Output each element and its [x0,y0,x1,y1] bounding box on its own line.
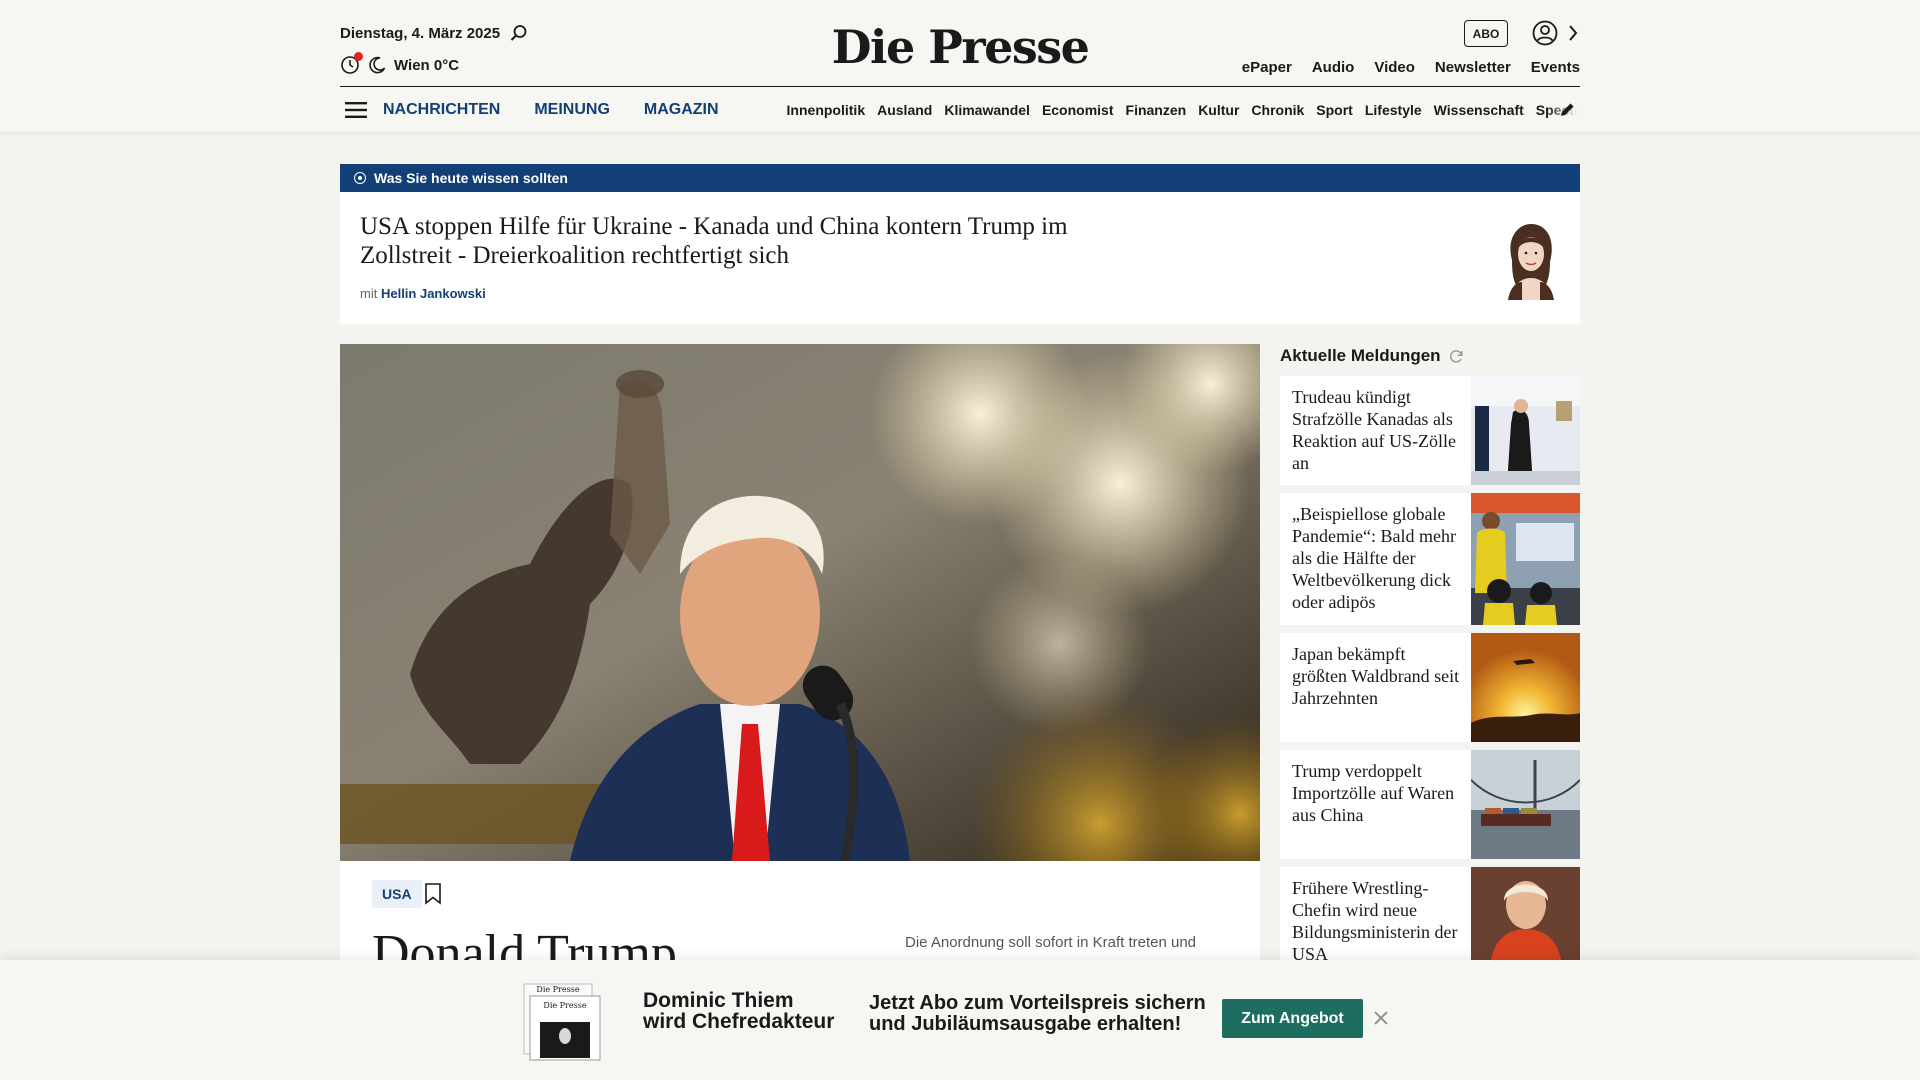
pencil-icon[interactable] [1558,101,1576,119]
news-thumbnail[interactable] [1471,376,1580,485]
ressort-chronik[interactable]: Chronik [1251,102,1304,118]
service-link-audio[interactable]: Audio [1312,59,1355,76]
offer-name-line2: wird Chefredakteur [643,1010,835,1033]
zum-angebot-button[interactable]: Zum Angebot [1222,999,1363,1038]
ressort-ausland[interactable]: Ausland [877,102,932,118]
site-header: Dienstag, 4. März 2025 Wien 0°C Die Pres… [0,0,1920,132]
ressort-economist[interactable]: Economist [1042,102,1114,118]
briefing-label: Was Sie heute wissen sollten [374,170,568,186]
hamburger-menu-icon[interactable] [345,101,367,119]
service-link-epaper[interactable]: ePaper [1242,59,1292,76]
news-headline[interactable]: Frühere Wrestling-Chefin wird neue Bildu… [1280,867,1471,960]
news-thumbnail[interactable] [1471,493,1580,625]
news-item-pandemie[interactable]: „Beispiellose globale Pandemie“: Bald me… [1280,493,1580,625]
mini-logo-front: Die Presse [543,1001,586,1010]
lead-article-photo[interactable] [340,344,1260,861]
section-meinung[interactable]: MEINUNG [534,101,610,119]
ressort-innenpolitik[interactable]: Innenpolitik [787,102,866,118]
ressort-klimawandel[interactable]: Klimawandel [944,102,1030,118]
briefing-author: mit Hellin Jankowski [360,286,486,301]
service-nav: ePaper Audio Video Newsletter Events [1242,59,1580,76]
news-headline[interactable]: Japan bekämpft größten Waldbrand seit Ja… [1280,633,1471,742]
ressort-nav: Innenpolitik Ausland Klimawandel Economi… [787,101,1577,118]
newspaper-stack-image: Die Presse Die Presse [523,983,601,1061]
offer-pitch-line2: und Jubiläumsausgabe erhalten! [869,1013,1182,1035]
service-link-events[interactable]: Events [1531,59,1580,76]
latest-news-heading: Aktuelle Meldungen [1280,346,1464,366]
section-magazin[interactable]: MAGAZIN [644,101,719,119]
weather-text: Wien 0°C [394,56,460,74]
weather-row: Wien 0°C [340,52,460,75]
current-date: Dienstag, 4. März 2025 [340,24,501,42]
live-dot-icon [354,172,366,184]
user-account-icon[interactable] [1532,20,1558,46]
offer-name-line1: Dominic Thiem [643,989,794,1012]
news-thumbnail[interactable] [1471,867,1580,960]
news-headline[interactable]: „Beispiellose globale Pandemie“: Bald me… [1280,493,1471,625]
offer-headline: Dominic Thiem wird Chefredakteur [643,990,834,1032]
ressort-finanzen[interactable]: Finanzen [1126,102,1187,118]
author-name[interactable]: Hellin Jankowski [381,286,486,301]
header-inner: Dienstag, 4. März 2025 Wien 0°C Die Pres… [340,0,1580,132]
offer-pitch: Jetzt Abo zum Vorteilspreis sichern und … [869,993,1206,1035]
news-item-china[interactable]: Trump verdoppelt Importzölle auf Waren a… [1280,750,1580,859]
notification-dot [354,52,363,61]
news-item-japan[interactable]: Japan bekämpft größten Waldbrand seit Ja… [1280,633,1580,742]
offer-pitch-line1: Jetzt Abo zum Vorteilspreis sichern [869,992,1206,1014]
ressort-sport[interactable]: Sport [1316,102,1353,118]
news-item-trudeau[interactable]: Trudeau kündigt Strafzölle Kanadas als R… [1280,376,1580,485]
news-headline[interactable]: Trump verdoppelt Importzölle auf Waren a… [1280,750,1471,859]
news-headline[interactable]: Trudeau kündigt Strafzölle Kanadas als R… [1280,376,1471,485]
author-portrait-illustration [1508,224,1554,300]
section-nachrichten[interactable]: NACHRICHTEN [383,101,500,119]
date-row: Dienstag, 4. März 2025 [340,24,528,42]
article-tag-usa[interactable]: USA [372,880,422,908]
news-thumbnail[interactable] [1471,633,1580,742]
refresh-icon [1449,349,1463,363]
daily-briefing-box[interactable]: Was Sie heute wissen sollten USA stoppen… [340,164,1580,324]
briefing-label-bar: Was Sie heute wissen sollten [340,164,1580,192]
service-link-video[interactable]: Video [1374,59,1415,76]
news-item-wrestling[interactable]: Frühere Wrestling-Chefin wird neue Bildu… [1280,867,1580,960]
search-icon[interactable] [510,24,528,42]
abo-button[interactable]: ABO [1464,20,1508,47]
latest-news-title: Aktuelle Meldungen [1280,346,1441,365]
ressort-lifestyle[interactable]: Lifestyle [1365,102,1422,118]
service-link-newsletter[interactable]: Newsletter [1435,59,1511,76]
moon-icon [369,56,386,74]
news-thumbnail[interactable] [1471,750,1580,859]
ressort-kultur[interactable]: Kultur [1198,102,1239,118]
close-icon[interactable] [1373,1010,1389,1026]
notification-clock-icon[interactable] [340,52,363,75]
site-logo[interactable]: Die Presse [832,20,1090,74]
main-nav: NACHRICHTEN MEINUNG MAGAZIN Innenpolitik… [340,87,1580,132]
mini-logo-back: Die Presse [536,985,579,994]
author-prefix: mit [360,286,378,301]
briefing-headline[interactable]: USA stoppen Hilfe für Ukraine - Kanada u… [360,212,1080,270]
chevron-right-icon[interactable] [1566,22,1580,44]
ressort-wissenschaft[interactable]: Wissenschaft [1434,102,1524,118]
subscription-offer-bar: Die Presse Die Presse Dominic Thiem wird… [0,960,1920,1080]
bookmark-icon[interactable] [424,883,442,905]
lead-teaser: Die Anordnung soll sofort in Kraft trete… [905,934,1197,951]
